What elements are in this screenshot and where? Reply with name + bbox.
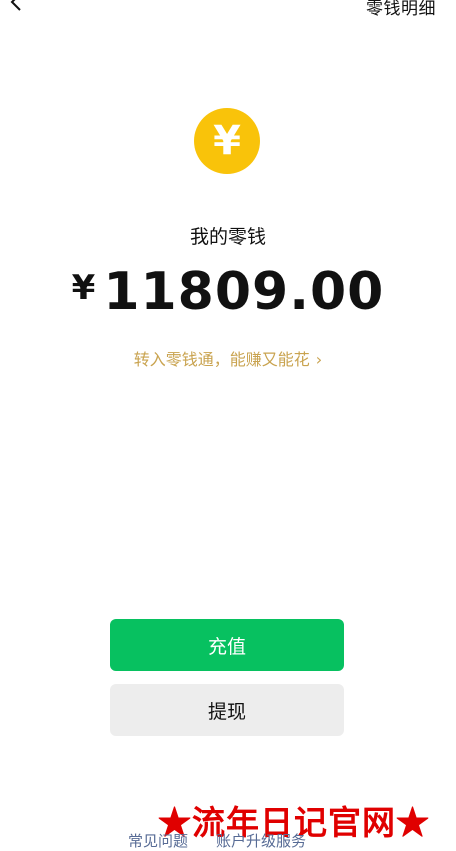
faq-link[interactable]: 常见问题 <box>128 832 188 850</box>
balance-value: 11809.00 <box>103 262 385 322</box>
balance-amount: ¥11809.00 <box>0 262 456 322</box>
top-bar: 零钱明细 <box>0 0 456 20</box>
promo-text: 转入零钱通，能赚又能花 <box>133 350 310 369</box>
chevron-right-icon: › <box>315 350 323 369</box>
change-details-link[interactable]: 零钱明细 <box>366 0 436 19</box>
yen-coin-icon: ¥ <box>194 108 260 174</box>
back-button[interactable] <box>6 0 28 12</box>
recharge-button[interactable]: 充值 <box>110 619 344 671</box>
chevron-left-icon <box>10 0 21 11</box>
coin-symbol: ¥ <box>213 118 241 164</box>
balance-title: 我的零钱 <box>189 226 266 248</box>
currency-symbol: ¥ <box>71 268 96 308</box>
lingqiantong-promo-link[interactable]: 转入零钱通，能赚又能花 › <box>0 346 456 370</box>
withdraw-button[interactable]: 提现 <box>110 684 344 736</box>
account-upgrade-link[interactable]: 账户升级服务 <box>216 832 306 850</box>
